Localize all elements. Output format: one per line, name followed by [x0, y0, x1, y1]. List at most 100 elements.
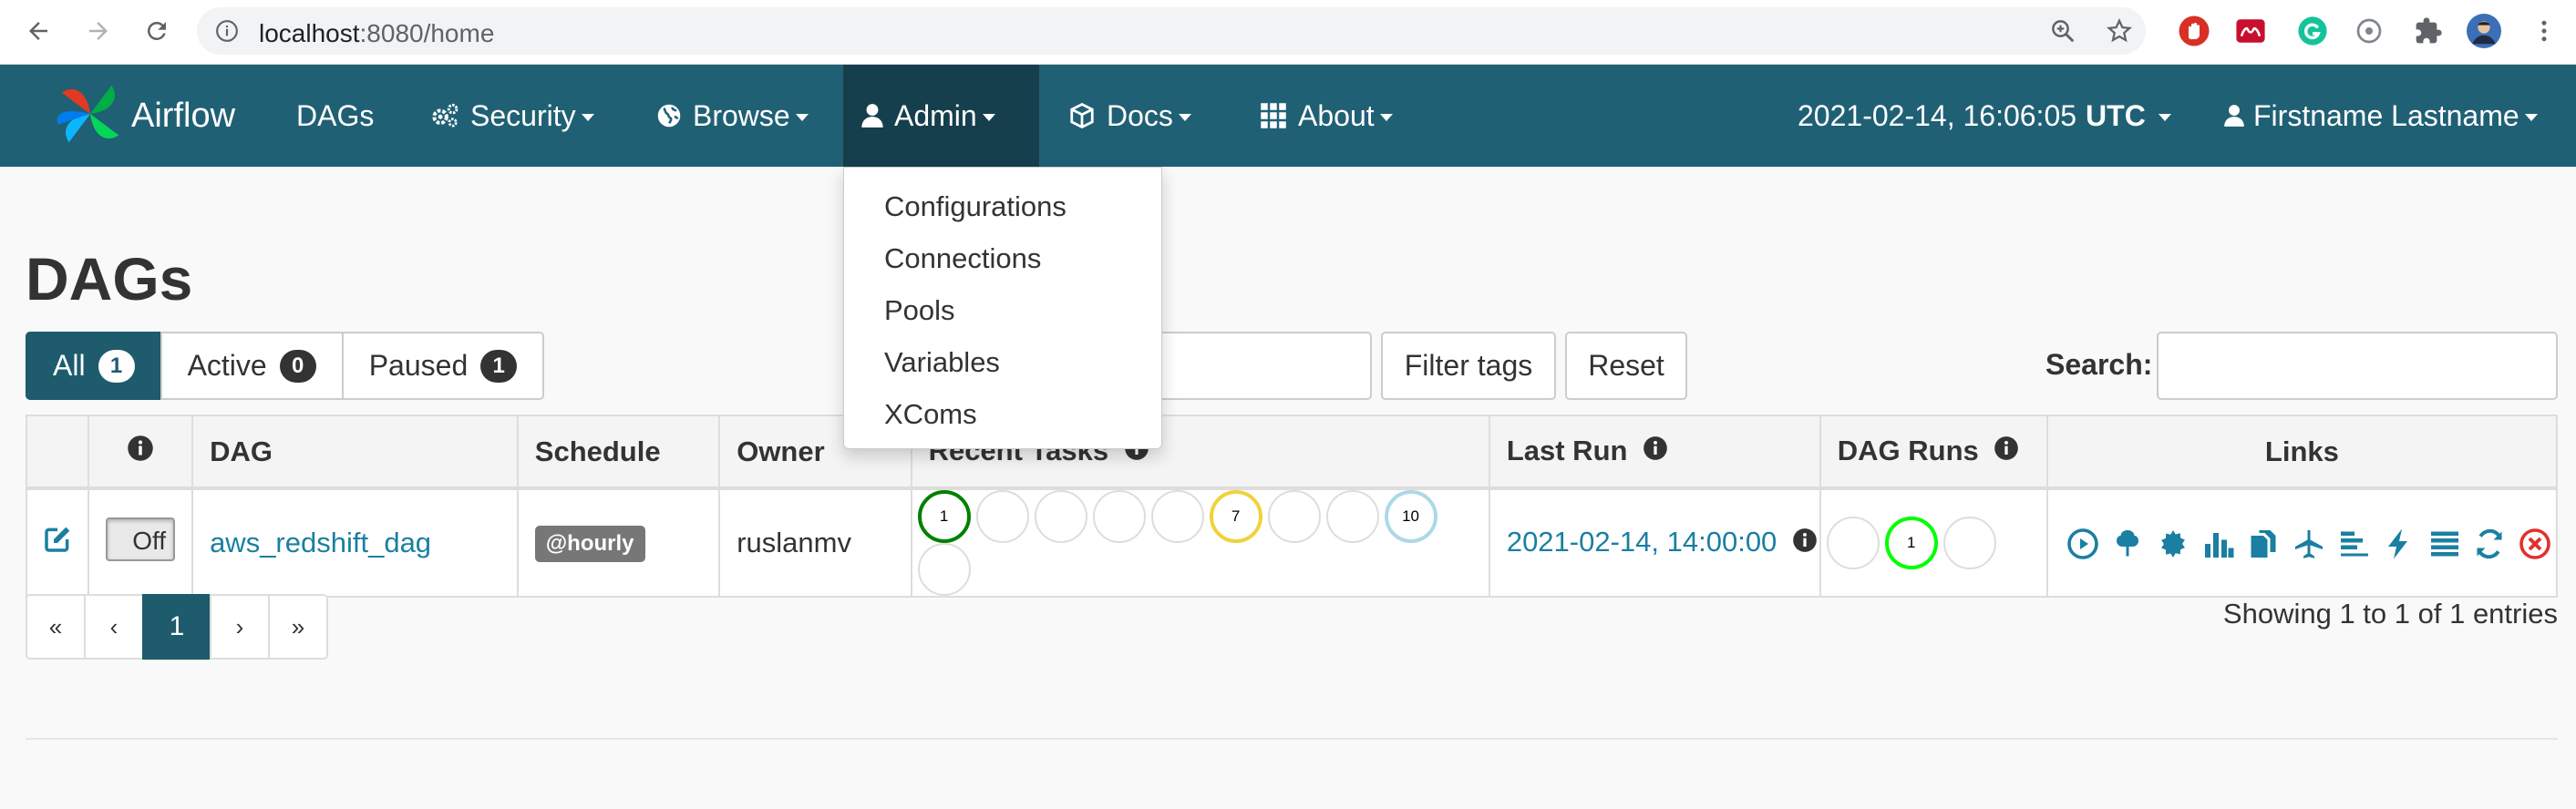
info-icon[interactable] [1792, 527, 1818, 559]
reset-label: Reset [1588, 349, 1664, 382]
task-tries-files-icon[interactable] [2247, 527, 2280, 560]
user-menu[interactable]: Firstname Lastname [2224, 65, 2538, 167]
admin-dropdown-menu: Configurations Connections Pools Variabl… [843, 167, 1162, 449]
forward-icon[interactable] [80, 13, 117, 49]
filter-paused-button[interactable]: Paused 1 [341, 332, 545, 400]
task-state-circle[interactable] [917, 543, 971, 596]
menu-item-configurations[interactable]: Configurations [844, 180, 1161, 232]
nav-security[interactable]: Security [412, 65, 613, 167]
task-state-circle[interactable] [1325, 490, 1379, 543]
dag-run-running-circle[interactable]: 1 [1884, 517, 1938, 569]
user-avatar-icon[interactable] [2467, 14, 2501, 48]
trigger-dag-play-icon[interactable] [2066, 527, 2099, 560]
footer-divider [26, 738, 2558, 740]
globe-icon [656, 103, 682, 128]
filter-active-button[interactable]: Active 0 [160, 332, 344, 400]
search-input[interactable] [2157, 332, 2558, 400]
info-icon[interactable] [1994, 435, 2019, 467]
status-filter-group: All 1 Active 0 Paused 1 [26, 332, 545, 400]
pagination-last[interactable]: » [268, 594, 328, 660]
nav-about[interactable]: About [1242, 65, 1411, 167]
last-run-link[interactable]: 2021-02-14, 14:00:00 [1507, 526, 1777, 558]
nav-browse-label: Browse [693, 98, 790, 132]
header-dag[interactable]: DAG [191, 415, 519, 490]
user-icon [861, 103, 883, 128]
pagination-prev[interactable]: ‹ [84, 594, 144, 660]
chevron-down-icon [2158, 114, 2171, 121]
timezone-label: UTC [2086, 98, 2146, 132]
menu-item-variables[interactable]: Variables [844, 336, 1161, 388]
extension-target-icon[interactable] [2352, 14, 2386, 48]
reset-button[interactable]: Reset [1565, 332, 1687, 400]
header-info [88, 415, 194, 490]
task-state-circle[interactable] [975, 490, 1029, 543]
filter-all-button[interactable]: All 1 [26, 332, 162, 400]
dag-id-link[interactable]: aws_redshift_dag [210, 527, 431, 558]
header-schedule[interactable]: Schedule [516, 415, 721, 490]
header-dag-runs: DAG Runs [1819, 415, 2048, 490]
graph-view-icon[interactable] [2157, 527, 2190, 560]
grid-icon [1260, 102, 1287, 129]
airflow-brand[interactable]: Airflow [55, 80, 235, 151]
info-icon[interactable] [215, 19, 239, 47]
task-duration-chart-icon[interactable] [2202, 527, 2235, 560]
owner-cell: ruslanmv [718, 487, 912, 598]
current-datetime: 2021-02-14, 16:06:05 [1798, 98, 2077, 132]
task-state-circle[interactable] [1092, 490, 1146, 543]
menu-item-pools[interactable]: Pools [844, 284, 1161, 336]
filter-paused-count: 1 [480, 349, 518, 383]
back-icon[interactable] [20, 13, 57, 49]
info-icon[interactable] [127, 435, 154, 468]
task-state-scheduled-circle[interactable]: 10 [1384, 490, 1437, 543]
nav-docs[interactable]: Docs [1050, 65, 1210, 167]
details-bolt-icon[interactable] [2383, 527, 2416, 560]
gantt-chart-icon[interactable] [2338, 527, 2371, 560]
refresh-icon[interactable] [2473, 527, 2506, 560]
header-links: Links [2045, 415, 2559, 490]
table-header-row: DAG Schedule Owner Recent Tasks Last Run… [25, 415, 2559, 490]
reload-icon[interactable] [139, 13, 175, 49]
code-list-icon[interactable] [2428, 527, 2461, 560]
nav-browse[interactable]: Browse [638, 65, 827, 167]
extensions-puzzle-icon[interactable] [2411, 14, 2446, 48]
address-bar[interactable]: localhost:8080/home [197, 7, 2146, 55]
filter-all-label: All [53, 349, 86, 382]
zoom-icon[interactable] [2045, 14, 2080, 48]
task-state-circle[interactable] [1267, 490, 1321, 543]
task-state-success-circle[interactable]: 1 [917, 490, 971, 543]
dag-run-state-circle[interactable] [1942, 517, 1996, 569]
task-state-circle[interactable] [1150, 490, 1204, 543]
pagination-next[interactable]: › [210, 594, 270, 660]
delete-dag-icon[interactable] [2519, 527, 2551, 560]
header-edit [25, 415, 90, 490]
task-state-queued-circle[interactable]: 7 [1209, 490, 1262, 543]
pause-toggle[interactable]: Off [106, 517, 176, 561]
pagination-first[interactable]: « [26, 594, 86, 660]
mendeley-extension-icon[interactable] [2233, 14, 2268, 48]
kebab-menu-icon[interactable] [2527, 14, 2561, 48]
tags-filter-input[interactable] [1149, 332, 1372, 400]
info-icon[interactable] [1643, 435, 1668, 467]
tree-view-icon[interactable] [2111, 527, 2144, 560]
bookmark-star-icon[interactable] [2102, 14, 2137, 48]
edit-icon[interactable] [43, 527, 72, 560]
dag-run-state-circle[interactable] [1826, 517, 1880, 569]
menu-item-xcoms[interactable]: XComs [844, 388, 1161, 440]
grammarly-extension-icon[interactable] [2295, 14, 2330, 48]
filter-tags-button[interactable]: Filter tags [1381, 332, 1556, 400]
menu-item-connections[interactable]: Connections [844, 232, 1161, 284]
task-state-circle[interactable] [1034, 490, 1087, 543]
filter-paused-label: Paused [368, 349, 469, 382]
chevron-down-icon [2524, 114, 2538, 121]
nav-dags[interactable]: DAGs [278, 65, 392, 167]
page-title: DAGs [26, 245, 193, 312]
adblock-extension-icon[interactable] [2177, 14, 2211, 48]
nav-admin[interactable]: Admin [843, 65, 1039, 167]
header-last-run[interactable]: Last Run [1488, 415, 1821, 490]
cogs-icon [430, 102, 459, 129]
clock-dropdown[interactable]: 2021-02-14, 16:06:05 UTC [1798, 65, 2171, 167]
pagination-page-current[interactable]: 1 [142, 594, 211, 660]
schedule-badge[interactable]: @hourly [534, 525, 645, 562]
landing-times-plane-icon[interactable] [2293, 527, 2325, 560]
recent-tasks-cell: 1 7 10 [910, 487, 1490, 598]
